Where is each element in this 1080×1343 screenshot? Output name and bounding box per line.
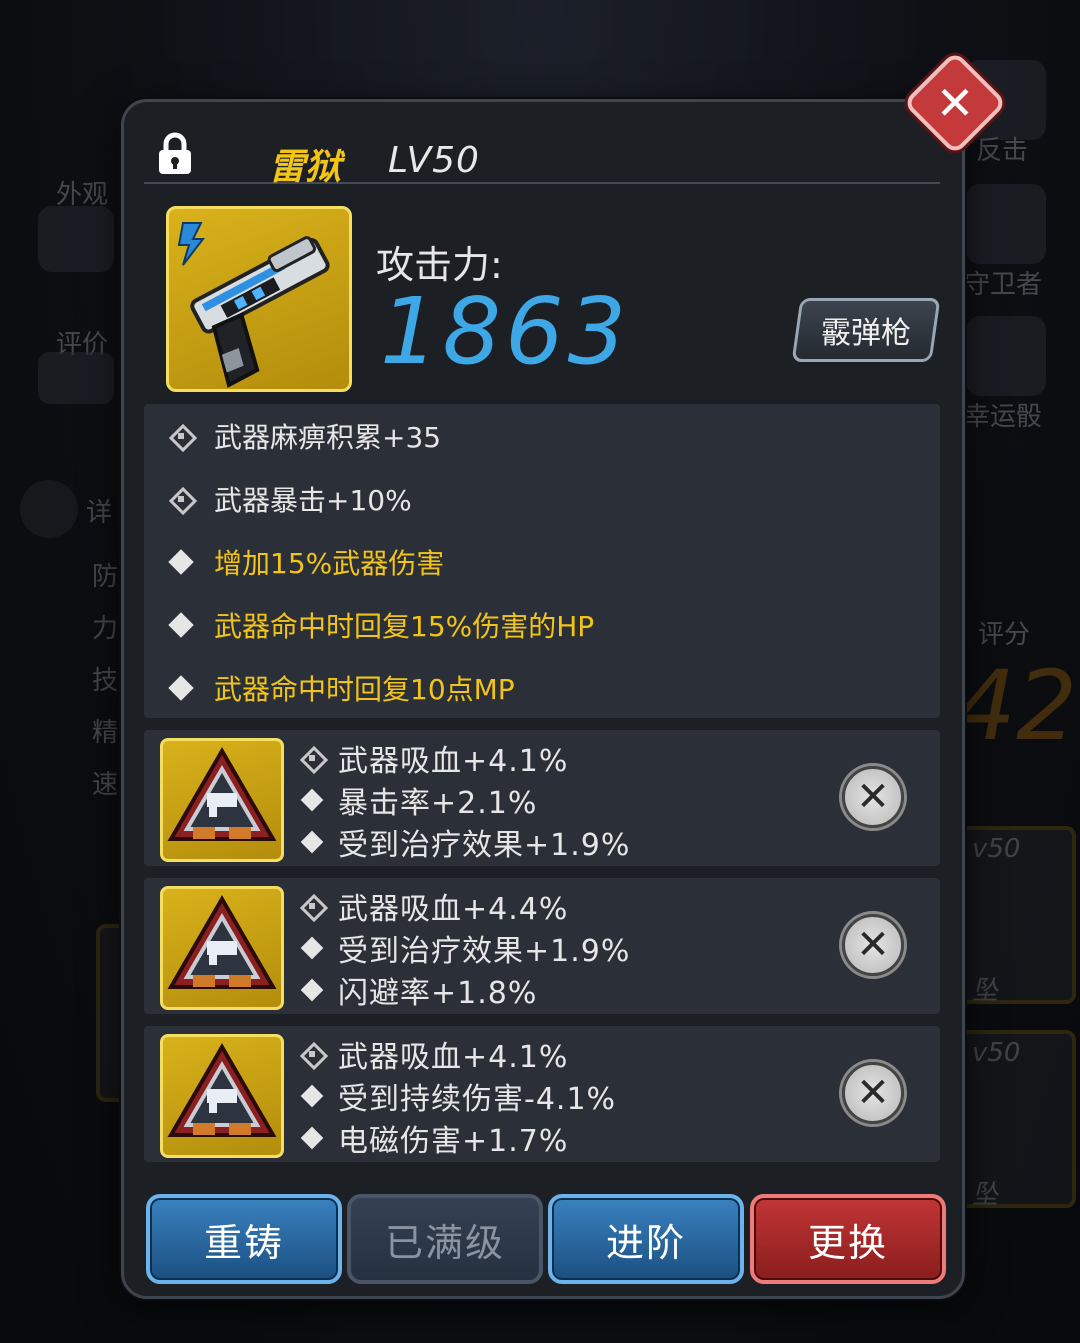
close-icon: ✕ [856,922,890,968]
close-icon: ✕ [856,1070,890,1116]
diamond-icon [300,830,324,854]
chip-stat-text: 暴击率+2.1% [338,786,538,821]
diamond-icon [300,1126,324,1150]
stat-row: 武器麻痹积累+35 [168,416,441,456]
gem-icon [168,486,194,512]
reforge-button[interactable]: 重铸 [146,1194,342,1284]
chip-stat: 武器吸血+4.1% [300,738,569,779]
stat-text: 增加15%武器伤害 [214,547,445,580]
max-level-button: 已满级 [347,1194,543,1284]
chip-stat-text: 武器吸血+4.1% [338,1040,569,1075]
gem-icon [168,423,194,449]
chip-stat: 武器吸血+4.4% [300,886,569,927]
chip-stat-text: 闪避率+1.8% [338,976,538,1011]
modal-header: 雷狱 LV50 [144,122,940,188]
chip-stat-text: 武器吸血+4.4% [338,892,569,927]
gem-icon [300,1042,324,1066]
chip-stat: 暴击率+2.1% [300,780,538,821]
stat-row: 武器命中时回复15%伤害的HP [168,605,594,645]
chip-stat-text: 受到持续伤害-4.1% [338,1082,617,1117]
chip-stat-text: 受到治疗效果+1.9% [338,828,631,863]
stat-row: 增加15%武器伤害 [168,542,444,582]
gem-icon [300,894,324,918]
chip-stat: 受到持续伤害-4.1% [300,1076,617,1117]
chip-image[interactable] [160,886,284,1010]
gun-chip-icon [167,1043,277,1137]
weapon-type-label: 霰弹枪 [821,316,911,351]
attack-value: 1863 [380,278,631,385]
remove-chip-button[interactable]: ✕ [842,914,904,976]
stat-text: 武器命中时回复10点MP [214,673,515,706]
diamond-icon [300,1084,324,1108]
weapon-stats-panel: 武器麻痹积累+35 武器暴击+10% 增加15%武器伤害 武器命中时回复15%伤… [144,404,940,718]
chip-stat: 闪避率+1.8% [300,970,538,1011]
diamond-icon [168,549,194,575]
gun-chip-icon [167,895,277,989]
close-icon: ✕ [935,76,975,130]
weapon-name: 雷狱 [269,147,342,188]
chip-stat-text: 电磁伤害+1.7% [338,1124,569,1159]
advance-button[interactable]: 进阶 [548,1194,744,1284]
chip-image[interactable] [160,1034,284,1158]
replace-button[interactable]: 更换 [750,1194,946,1284]
chip-stat: 受到治疗效果+1.9% [300,928,631,969]
gem-icon [300,746,324,770]
diamond-icon [300,936,324,960]
remove-chip-button[interactable]: ✕ [842,1062,904,1124]
weapon-detail-modal: 雷狱 LV50 攻击力: 1863 霰弹枪 武器麻痹积累+35 武器暴击+10%… [121,99,965,1299]
stat-text: 武器命中时回复15%伤害的HP [214,610,595,643]
diamond-icon [168,612,194,638]
chip-stat-text: 受到治疗效果+1.9% [338,934,631,969]
remove-chip-button[interactable]: ✕ [842,766,904,828]
diamond-icon [168,675,194,701]
chip-slot-2: 武器吸血+4.4% 受到治疗效果+1.9% 闪避率+1.8% ✕ [144,878,940,1014]
chip-stat: 电磁伤害+1.7% [300,1118,569,1159]
diamond-icon [300,788,324,812]
stat-row: 武器暴击+10% [168,479,412,519]
gun-chip-icon [167,747,277,841]
chip-stat: 受到治疗效果+1.9% [300,822,631,863]
chip-image[interactable] [160,738,284,862]
stat-row: 武器命中时回复10点MP [168,668,515,708]
chip-stat: 武器吸血+4.1% [300,1034,569,1075]
diamond-icon [300,978,324,1002]
chip-slot-1: 武器吸血+4.1% 暴击率+2.1% 受到治疗效果+1.9% ✕ [144,730,940,866]
weapon-portrait [166,206,352,392]
weapon-level: LV50 [388,140,480,181]
shotgun-image [177,222,330,388]
stat-text: 武器麻痹积累+35 [214,421,442,454]
chip-stat-text: 武器吸血+4.1% [338,744,569,779]
chip-slot-3: 武器吸血+4.1% 受到持续伤害-4.1% 电磁伤害+1.7% ✕ [144,1026,940,1162]
lightning-icon [177,222,206,266]
weapon-type-badge: 霰弹枪 [791,298,941,362]
close-icon: ✕ [856,774,890,820]
lock-icon[interactable] [158,132,192,176]
stat-text: 武器暴击+10% [214,484,412,517]
